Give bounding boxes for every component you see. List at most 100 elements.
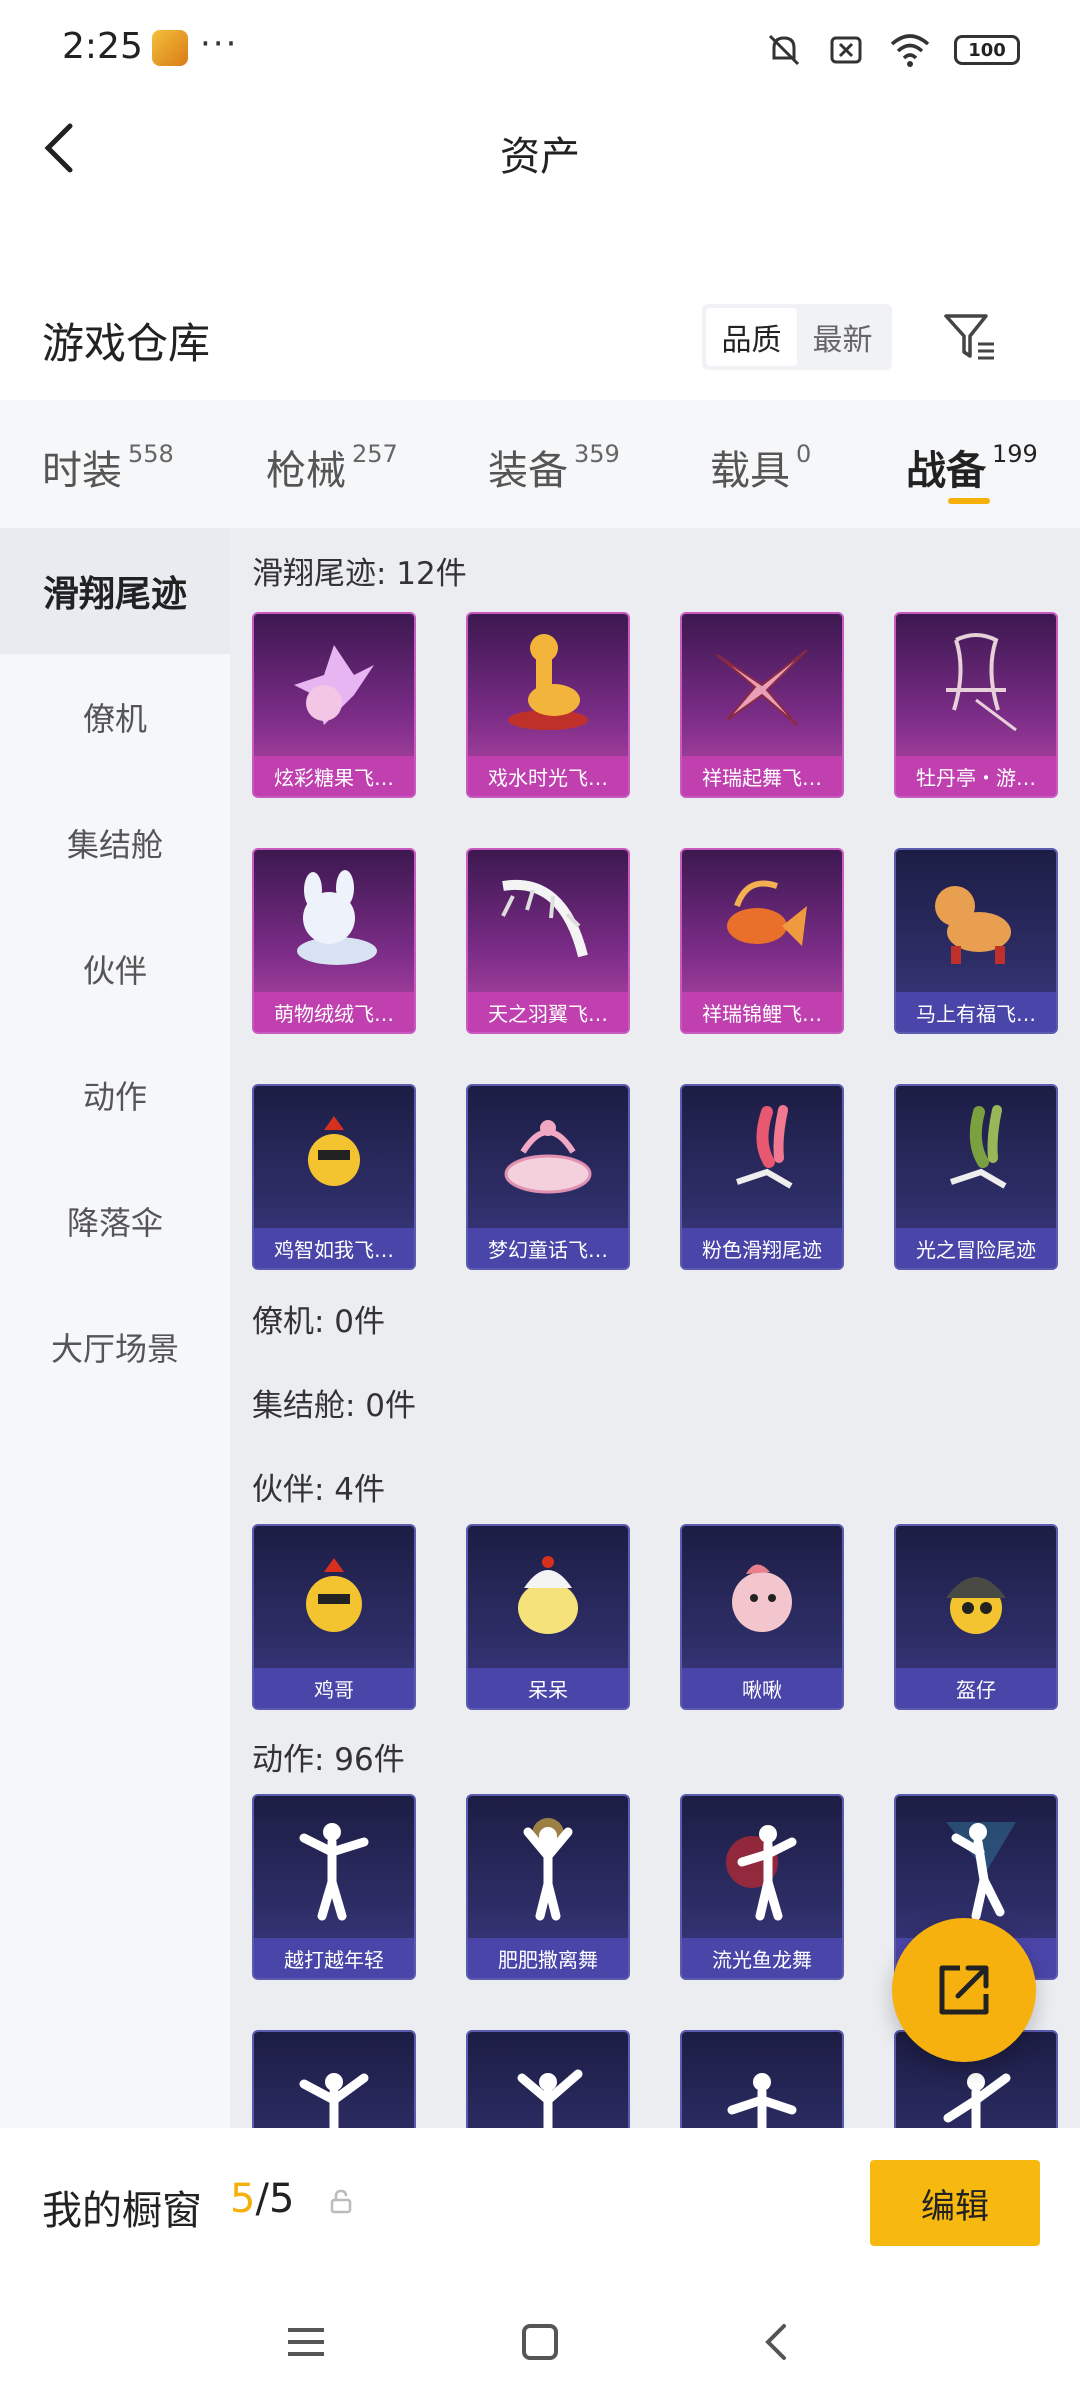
sidebar-item-lobby-scene[interactable]: 大厅场景 bbox=[0, 1284, 230, 1410]
showcase-title: 我的橱窗 bbox=[42, 2188, 202, 2234]
pink-bird-partner-icon bbox=[682, 1526, 842, 1668]
item-name: 流光鱼龙舞 bbox=[682, 1938, 842, 1978]
no-sim-icon bbox=[830, 36, 862, 64]
item-card[interactable]: 炫彩糖果飞… bbox=[252, 612, 416, 798]
koi-glider-icon bbox=[682, 850, 842, 992]
battery-icon: 100 bbox=[954, 35, 1020, 65]
group-title-wingman: 僚机: 0件 bbox=[252, 1304, 386, 1340]
showcase-bar: 我的橱窗 5/5 编辑 bbox=[0, 2128, 1080, 2276]
sidebar-item-emote[interactable]: 动作 bbox=[0, 1032, 230, 1158]
item-card[interactable]: 啾啾 bbox=[680, 1524, 844, 1710]
pink-trail-icon bbox=[682, 1086, 842, 1228]
sidebar-item-parachute[interactable]: 降落伞 bbox=[0, 1158, 230, 1284]
item-card[interactable]: 鸡哥 bbox=[252, 1524, 416, 1710]
item-name: 炫彩糖果飞… bbox=[254, 756, 414, 796]
sidebar-item-wingman[interactable]: 僚机 bbox=[0, 654, 230, 780]
active-tab-indicator bbox=[948, 498, 990, 504]
item-name: 鸡智如我飞… bbox=[254, 1228, 414, 1268]
candy-glider-icon bbox=[254, 614, 414, 756]
item-name: 戏水时光飞… bbox=[468, 756, 628, 796]
item-card[interactable]: 盔仔 bbox=[894, 1524, 1058, 1710]
tab-vehicles[interactable]: 载具 0 bbox=[710, 438, 811, 496]
filter-icon[interactable] bbox=[940, 308, 1000, 368]
home-nav-button[interactable] bbox=[510, 2312, 570, 2372]
tab-equipment[interactable]: 装备 359 bbox=[488, 438, 620, 496]
app-notification-icon bbox=[152, 30, 188, 66]
status-bar: 2:25 ··· 100 bbox=[0, 0, 1080, 96]
fairytale-glider-icon bbox=[468, 1086, 628, 1228]
subcategory-sidebar: 滑翔尾迹 僚机 集结舱 伙伴 动作 降落伞 大厅场景 bbox=[0, 528, 230, 2128]
chick-partner-icon bbox=[468, 1526, 628, 1668]
item-card[interactable]: 流光鱼龙舞 bbox=[680, 1794, 844, 1980]
tab-label: 枪械 bbox=[266, 448, 346, 494]
sort-toggle: 品质 最新 bbox=[702, 304, 892, 370]
showcase-separator: / bbox=[255, 2176, 269, 2222]
tab-combat-prep[interactable]: 战备 199 bbox=[906, 438, 1038, 504]
item-name: 盔仔 bbox=[896, 1668, 1056, 1708]
edit-button[interactable]: 编辑 bbox=[870, 2160, 1040, 2246]
item-name: 啾啾 bbox=[682, 1668, 842, 1708]
tab-count: 0 bbox=[796, 440, 812, 468]
chicken-glider-icon bbox=[254, 1086, 414, 1228]
item-name: 牡丹亭・游… bbox=[896, 756, 1056, 796]
dancer-icon bbox=[682, 1796, 842, 1938]
sidebar-item-partner[interactable]: 伙伴 bbox=[0, 906, 230, 1032]
item-card[interactable]: 光之冒险尾迹 bbox=[894, 1084, 1058, 1270]
dancer-icon bbox=[468, 1796, 628, 1938]
item-name: 肥肥撒离舞 bbox=[468, 1938, 628, 1978]
item-card[interactable]: 祥瑞起舞飞… bbox=[680, 612, 844, 798]
share-external-icon bbox=[939, 1965, 989, 2015]
status-time: 2:25 bbox=[62, 26, 143, 67]
home-square-icon bbox=[522, 2324, 558, 2360]
sort-quality-button[interactable]: 品质 bbox=[706, 308, 797, 366]
tab-count: 257 bbox=[352, 440, 398, 468]
item-card[interactable]: 牡丹亭・游… bbox=[894, 612, 1058, 798]
item-card[interactable]: 祥瑞锦鲤飞… bbox=[680, 848, 844, 1034]
page-title: 资产 bbox=[500, 134, 580, 180]
item-card[interactable]: 呆呆 bbox=[466, 1524, 630, 1710]
menu-icon bbox=[288, 2328, 324, 2356]
tab-label: 时装 bbox=[42, 448, 122, 494]
tab-count: 199 bbox=[992, 440, 1038, 468]
item-card[interactable]: 梦幻童话飞… bbox=[466, 1084, 630, 1270]
item-card[interactable]: 马上有福飞… bbox=[894, 848, 1058, 1034]
share-fab[interactable] bbox=[892, 1918, 1036, 2062]
tab-label: 装备 bbox=[488, 448, 568, 494]
item-card[interactable]: 越打越年轻 bbox=[252, 1794, 416, 1980]
item-name: 梦幻童话飞… bbox=[468, 1228, 628, 1268]
bunny-glider-icon bbox=[254, 850, 414, 992]
item-card[interactable]: 鸡智如我飞… bbox=[252, 1084, 416, 1270]
item-card[interactable] bbox=[680, 2030, 844, 2128]
item-card[interactable] bbox=[252, 2030, 416, 2128]
feather-wing-icon bbox=[468, 850, 628, 992]
dancer-icon bbox=[468, 2032, 628, 2128]
sort-latest-button[interactable]: 最新 bbox=[797, 308, 888, 366]
dancer-icon bbox=[254, 1796, 414, 1938]
dancer-icon bbox=[254, 2032, 414, 2128]
sidebar-item-glide-trail[interactable]: 滑翔尾迹 bbox=[0, 528, 230, 654]
item-name: 天之羽翼飞… bbox=[468, 992, 628, 1032]
item-card[interactable] bbox=[466, 2030, 630, 2128]
item-name: 呆呆 bbox=[468, 1668, 628, 1708]
group-title-emote: 动作: 96件 bbox=[252, 1742, 405, 1778]
helmet-chicken-partner-icon bbox=[896, 1526, 1056, 1668]
back-nav-button[interactable] bbox=[746, 2312, 806, 2372]
app-header: 资产 bbox=[0, 100, 1080, 200]
tab-guns[interactable]: 枪械 257 bbox=[266, 438, 398, 496]
mute-icon bbox=[768, 34, 800, 66]
tab-count: 359 bbox=[574, 440, 620, 468]
item-card[interactable]: 天之羽翼飞… bbox=[466, 848, 630, 1034]
tab-fashion[interactable]: 时装 558 bbox=[42, 438, 174, 496]
giraffe-toy-icon bbox=[468, 614, 628, 756]
item-card[interactable]: 肥肥撒离舞 bbox=[466, 1794, 630, 1980]
item-name: 光之冒险尾迹 bbox=[896, 1228, 1056, 1268]
category-tabs: 时装 558 枪械 257 装备 359 载具 0 战备 199 bbox=[0, 400, 1080, 528]
back-chevron-icon bbox=[765, 2324, 786, 2360]
item-card[interactable]: 戏水时光飞… bbox=[466, 612, 630, 798]
item-name: 马上有福飞… bbox=[896, 992, 1056, 1032]
chicken-partner-icon bbox=[254, 1526, 414, 1668]
sidebar-item-assembly-pod[interactable]: 集结舱 bbox=[0, 780, 230, 906]
item-card[interactable]: 粉色滑翔尾迹 bbox=[680, 1084, 844, 1270]
item-card[interactable]: 萌物绒绒飞… bbox=[252, 848, 416, 1034]
menu-nav-button[interactable] bbox=[276, 2312, 336, 2372]
